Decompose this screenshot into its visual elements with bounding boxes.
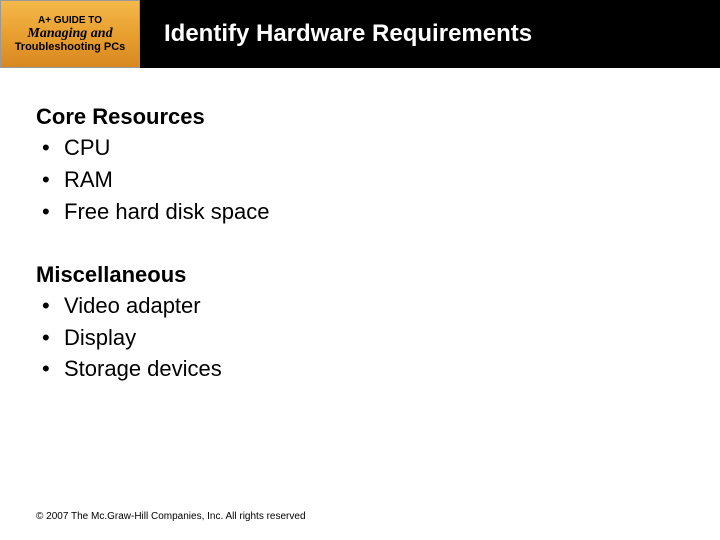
list-item: Storage devices xyxy=(36,353,684,385)
logo-line3: Troubleshooting PCs xyxy=(15,41,126,53)
copyright-footer: © 2007 The Mc.Graw-Hill Companies, Inc. … xyxy=(36,511,306,522)
list-item: CPU xyxy=(36,132,684,164)
list-item: Display xyxy=(36,322,684,354)
bullet-list: CPU RAM Free hard disk space xyxy=(36,132,684,228)
list-item: RAM xyxy=(36,164,684,196)
section-heading: Core Resources xyxy=(36,104,684,130)
logo-line1: A+ GUIDE TO xyxy=(38,15,102,26)
bullet-list: Video adapter Display Storage devices xyxy=(36,290,684,386)
header-bar: A+ GUIDE TO Managing and Troubleshooting… xyxy=(0,0,720,68)
slide-content: Core Resources CPU RAM Free hard disk sp… xyxy=(0,68,720,385)
logo-box: A+ GUIDE TO Managing and Troubleshooting… xyxy=(0,0,140,68)
slide-title: Identify Hardware Requirements xyxy=(140,0,720,68)
logo-line2: Managing and xyxy=(27,26,112,41)
list-item: Free hard disk space xyxy=(36,196,684,228)
section-heading: Miscellaneous xyxy=(36,262,684,288)
list-item: Video adapter xyxy=(36,290,684,322)
